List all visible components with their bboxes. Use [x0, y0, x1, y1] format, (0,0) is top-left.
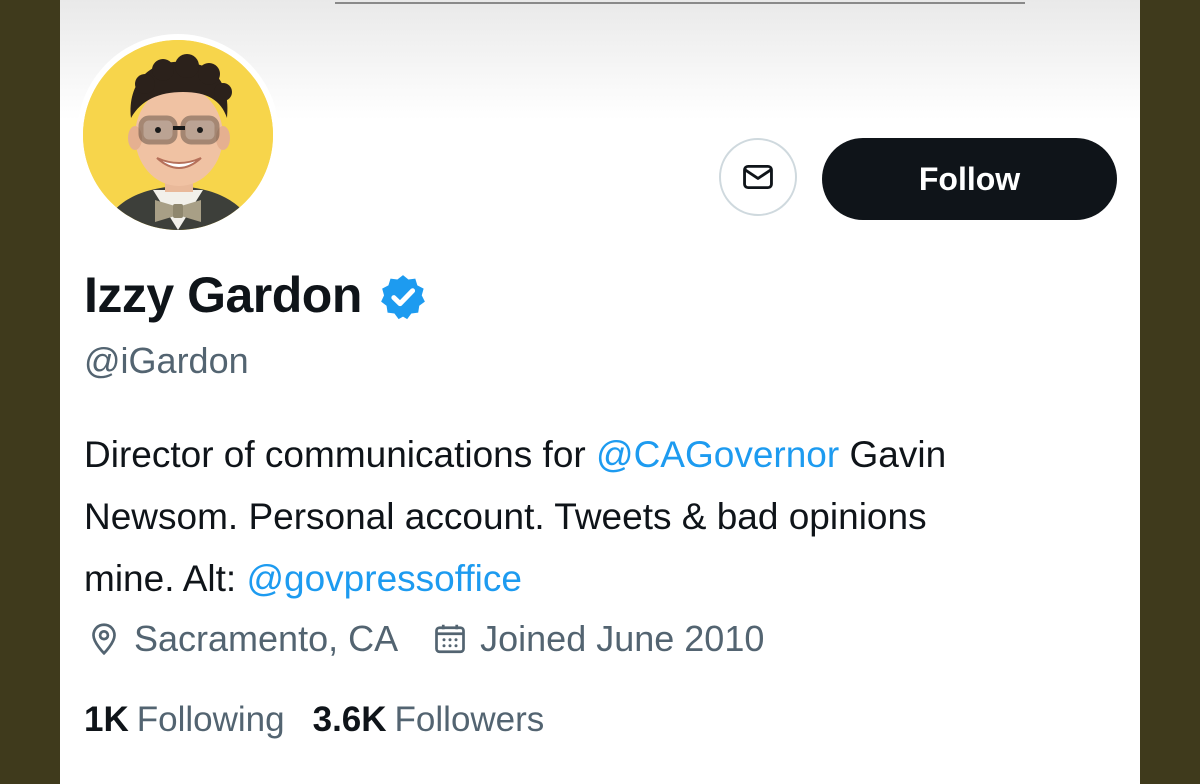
banner-bottom-edge: [335, 0, 1025, 4]
following-label: Following: [136, 700, 285, 739]
verified-badge-icon[interactable]: [378, 272, 428, 322]
bio-text: Director of communications for: [84, 434, 597, 475]
bio-text: mine. Alt:: [84, 558, 247, 599]
bio-line-1: Director of communications for @CAGovern…: [84, 424, 1124, 486]
username-handle: @iGardon: [84, 340, 249, 381]
follow-button[interactable]: Follow: [822, 138, 1117, 220]
message-button[interactable]: [719, 138, 797, 216]
display-name: Izzy Gardon: [84, 267, 362, 323]
bio-text: Gavin: [839, 434, 947, 475]
follow-button-label: Follow: [918, 160, 1021, 197]
bio-line-2: Newsom. Personal account. Tweets & bad o…: [84, 496, 927, 537]
name-row: Izzy Gardon: [84, 266, 428, 324]
joined-item: Joined June 2010: [432, 618, 764, 660]
profile-bio: Director of communications for @CAGovern…: [84, 424, 1124, 610]
followers-link[interactable]: 3.6K Followers: [313, 700, 545, 740]
avatar[interactable]: [83, 40, 273, 230]
following-link[interactable]: 1K Following: [84, 700, 285, 740]
following-count: 1K: [84, 700, 129, 739]
avatar-illustration: [83, 40, 273, 230]
joined-date-text: Joined June 2010: [480, 618, 765, 659]
profile-meta: Sacramento, CA Joined June 2010: [86, 618, 764, 660]
bio-mention-cagovernor[interactable]: @CAGovernor: [596, 434, 839, 475]
follow-stats: 1K Following 3.6K Followers: [84, 700, 544, 740]
followers-count: 3.6K: [312, 700, 387, 739]
bio-mention-govpressoffice[interactable]: @govpressoffice: [246, 558, 521, 599]
envelope-icon: [743, 164, 773, 190]
bio-line-3: mine. Alt: @govpressoffice: [84, 548, 1124, 610]
location-pin-icon: [92, 623, 116, 656]
location-text: Sacramento, CA: [134, 618, 399, 659]
profile-card: Follow Izzy Gardon @iGardon Director of …: [60, 0, 1140, 784]
calendar-icon: [435, 624, 465, 654]
avatar-ring: [77, 34, 279, 236]
followers-label: Followers: [394, 700, 545, 739]
location-item: Sacramento, CA: [86, 618, 398, 660]
